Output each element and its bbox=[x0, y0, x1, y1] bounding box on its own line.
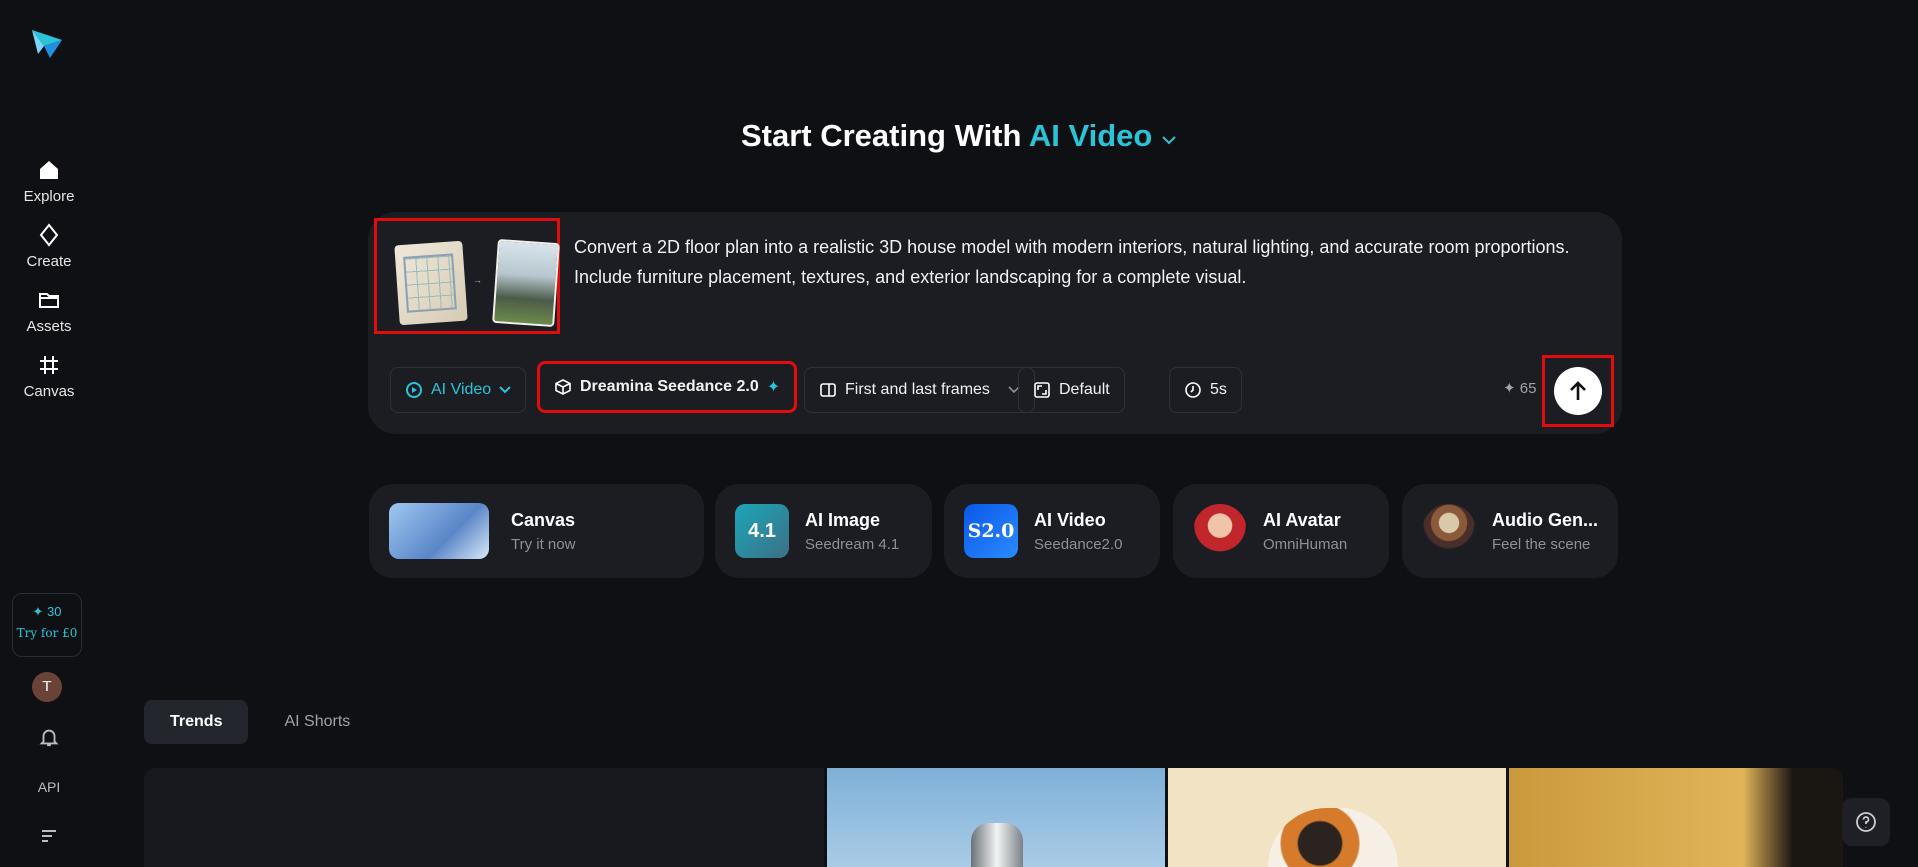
home-icon bbox=[40, 161, 58, 179]
shortcut-ai-video[interactable]: S2.0 AI Video Seedance2.0 bbox=[944, 484, 1160, 578]
frames-dropdown-label: First and last frames bbox=[845, 381, 990, 398]
gallery-item[interactable] bbox=[1509, 768, 1843, 867]
pegasus-thumbnail bbox=[389, 503, 489, 559]
sidebar-item-assets[interactable]: Assets bbox=[0, 288, 98, 335]
prompt-input[interactable]: Convert a 2D floor plan into a realistic… bbox=[574, 232, 1594, 292]
sidebar-item-create[interactable]: Create bbox=[0, 223, 98, 270]
aspect-ratio-icon bbox=[1034, 382, 1050, 398]
shortcut-subtitle: Try it now bbox=[511, 536, 576, 553]
reference-images[interactable]: → bbox=[374, 218, 560, 334]
cube-icon bbox=[555, 379, 571, 395]
shortcut-title: AI Avatar bbox=[1263, 510, 1341, 530]
mode-selector-label: AI Video bbox=[1028, 118, 1153, 153]
floor-plan-thumbnail bbox=[394, 240, 468, 326]
diamond-icon bbox=[39, 223, 59, 247]
shortcut-subtitle: Seedream 4.1 bbox=[805, 536, 900, 553]
hash-icon bbox=[40, 356, 58, 374]
avatar[interactable]: T bbox=[32, 672, 62, 702]
ratio-button-label: Default bbox=[1059, 381, 1110, 398]
submit-highlight[interactable] bbox=[1542, 355, 1614, 427]
shortcut-title: Audio Gen... bbox=[1492, 510, 1598, 530]
arrow-up-icon bbox=[1570, 381, 1586, 400]
credits-promo[interactable]: ✦ 30 Try for £0 bbox=[12, 593, 82, 657]
gallery-item[interactable] bbox=[1168, 768, 1506, 867]
sidebar-item-label: Assets bbox=[26, 318, 72, 335]
duration-button-label: 5s bbox=[1210, 381, 1227, 398]
shortcut-subtitle: Seedance2.0 bbox=[1034, 536, 1123, 553]
chevron-down-icon bbox=[499, 386, 511, 394]
arrow-icon: → bbox=[473, 275, 482, 285]
shortcut-canvas[interactable]: Canvas Try it now bbox=[369, 484, 704, 578]
frames-dropdown[interactable]: First and last frames bbox=[804, 367, 1035, 413]
kitten-image bbox=[1268, 808, 1398, 867]
title-prefix: Start Creating With bbox=[740, 118, 1029, 153]
model-selector[interactable]: Dreamina Seedance 2.0 ✦ bbox=[537, 361, 798, 413]
shortcut-title: Canvas bbox=[511, 510, 576, 530]
promo-cta: Try for £0 bbox=[16, 626, 78, 640]
video-mode-icon bbox=[406, 382, 422, 398]
ai-video-badge: S2.0 bbox=[964, 504, 1018, 558]
gallery-item[interactable] bbox=[144, 768, 824, 867]
submit-button[interactable] bbox=[1554, 367, 1602, 415]
avatar-thumbnail bbox=[1193, 504, 1247, 558]
folder-icon bbox=[39, 293, 59, 308]
tab-ai-shorts[interactable]: AI Shorts bbox=[258, 700, 376, 744]
credit-cost: ✦ 65 bbox=[1503, 380, 1537, 397]
ratio-button[interactable]: Default bbox=[1018, 367, 1125, 413]
dreamina-logo-icon[interactable] bbox=[30, 26, 64, 60]
clock-icon bbox=[1185, 382, 1201, 398]
frames-icon bbox=[820, 383, 836, 397]
sidebar-item-canvas[interactable]: Canvas bbox=[0, 353, 98, 400]
shortcut-ai-image[interactable]: 4.1 AI Image Seedream 4.1 bbox=[715, 484, 932, 578]
microphone-thumbnail bbox=[1422, 504, 1476, 558]
bell-icon bbox=[39, 729, 59, 747]
tab-trends[interactable]: Trends bbox=[144, 700, 249, 744]
duration-button[interactable]: 5s bbox=[1169, 367, 1242, 413]
sidebar-item-explore[interactable]: Explore bbox=[0, 158, 98, 205]
notification-bell[interactable] bbox=[0, 726, 98, 751]
content-tabs: Trends AI Shorts bbox=[144, 700, 376, 744]
sidebar-item-label: Canvas bbox=[23, 383, 75, 400]
mode-dropdown[interactable]: AI Video bbox=[390, 367, 527, 413]
sparkle-icon: ✦ bbox=[766, 379, 781, 396]
menu-button[interactable] bbox=[0, 828, 98, 847]
help-button[interactable] bbox=[1842, 798, 1890, 846]
shortcut-title: AI Image bbox=[805, 510, 881, 530]
model-selector-label: Dreamina Seedance 2.0 bbox=[580, 378, 759, 395]
bottle-image bbox=[971, 823, 1023, 867]
shortcut-ai-avatar[interactable]: AI Avatar OmniHuman bbox=[1173, 484, 1389, 578]
prompt-card: → Convert a 2D floor plan into a realist… bbox=[368, 212, 1622, 434]
sidebar-item-label: Explore bbox=[23, 188, 75, 205]
gallery-item[interactable] bbox=[827, 768, 1165, 867]
chevron-down-icon bbox=[1162, 136, 1176, 145]
shortcut-audio-gen[interactable]: Audio Gen... Feel the scene bbox=[1402, 484, 1618, 578]
help-icon bbox=[1856, 812, 1876, 832]
promo-points: ✦ 30 bbox=[32, 604, 62, 619]
shortcut-subtitle: OmniHuman bbox=[1263, 536, 1348, 553]
page-title: Start Creating With AI Video bbox=[0, 118, 1918, 154]
mode-selector[interactable]: AI Video bbox=[1029, 118, 1177, 153]
shortcut-subtitle: Feel the scene bbox=[1492, 536, 1591, 553]
sidebar-item-label: Create bbox=[26, 253, 72, 270]
shortcut-title: AI Video bbox=[1034, 510, 1106, 530]
mode-dropdown-label: AI Video bbox=[431, 381, 492, 398]
ai-image-badge: 4.1 bbox=[735, 504, 789, 558]
house-render-thumbnail bbox=[492, 238, 560, 328]
api-link[interactable]: API bbox=[0, 779, 98, 795]
menu-icon bbox=[42, 830, 56, 842]
chevron-down-icon bbox=[1008, 386, 1020, 394]
